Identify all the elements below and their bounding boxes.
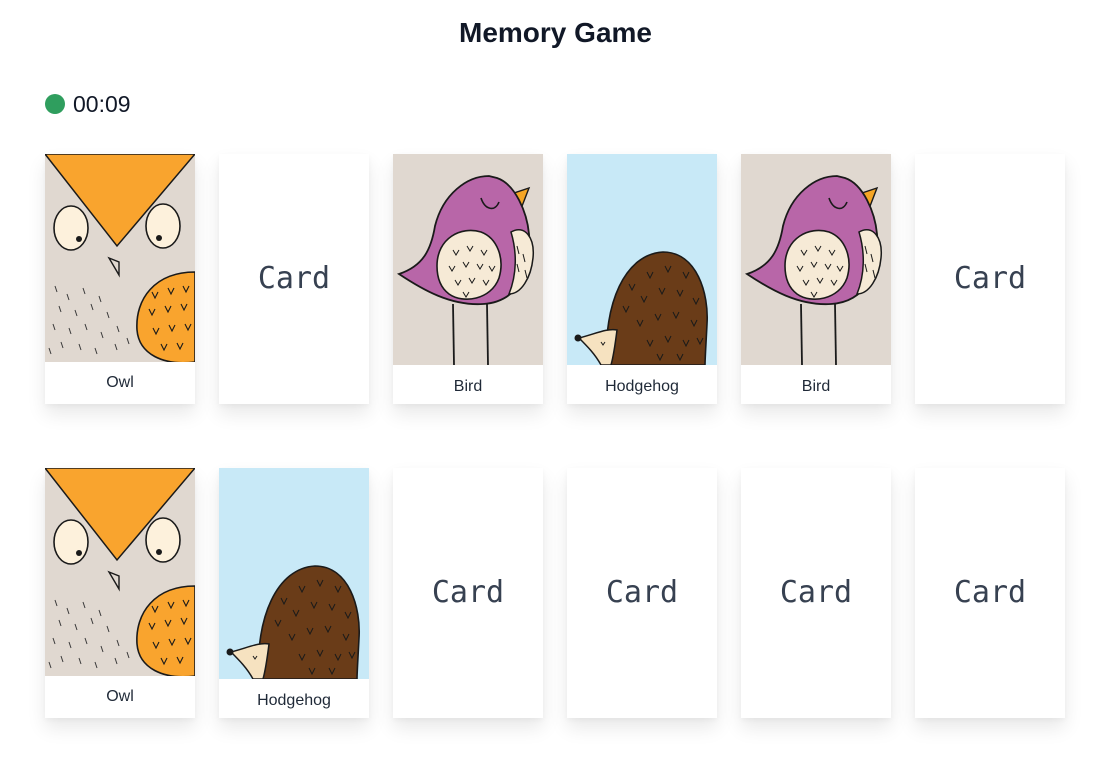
card-label: Hodgehog xyxy=(257,692,331,709)
card-12[interactable]: Card xyxy=(915,468,1065,718)
card-5[interactable]: Bird xyxy=(741,154,891,404)
bird-illustration xyxy=(741,154,891,365)
timer-status-dot xyxy=(45,94,65,114)
hedgehog-illustration xyxy=(219,468,369,679)
owl-illustration xyxy=(45,468,195,676)
game-title: Memory Game xyxy=(459,17,652,48)
card-back-label: Card xyxy=(953,574,1027,610)
card-label: Owl xyxy=(106,688,134,705)
card-4[interactable]: Hodgehog xyxy=(567,154,717,404)
card-label: Bird xyxy=(801,378,831,395)
card-back-label: Card xyxy=(953,260,1027,296)
card-label: Bird xyxy=(453,378,483,395)
card-10[interactable]: Card xyxy=(567,468,717,718)
card-9[interactable]: Card xyxy=(393,468,543,718)
game-timer: 00:09 xyxy=(45,90,131,118)
timer-value: 00:09 xyxy=(73,90,131,117)
card-2[interactable]: Card xyxy=(219,154,369,404)
card-back-label: Card xyxy=(257,260,331,296)
card-label: Owl xyxy=(106,374,134,391)
card-label: Hodgehog xyxy=(605,378,679,395)
card-8[interactable]: Hodgehog xyxy=(219,468,369,718)
card-back-label: Card xyxy=(431,574,505,610)
hedgehog-illustration xyxy=(567,154,717,365)
bird-illustration xyxy=(393,154,543,365)
card-11[interactable]: Card xyxy=(741,468,891,718)
card-7[interactable]: Owl xyxy=(45,468,195,718)
card-3[interactable]: Bird xyxy=(393,154,543,404)
owl-illustration xyxy=(45,154,195,362)
card-6[interactable]: Card xyxy=(915,154,1065,404)
card-back-label: Card xyxy=(779,574,853,610)
card-1[interactable]: Owl xyxy=(45,154,195,404)
card-back-label: Card xyxy=(605,574,679,610)
